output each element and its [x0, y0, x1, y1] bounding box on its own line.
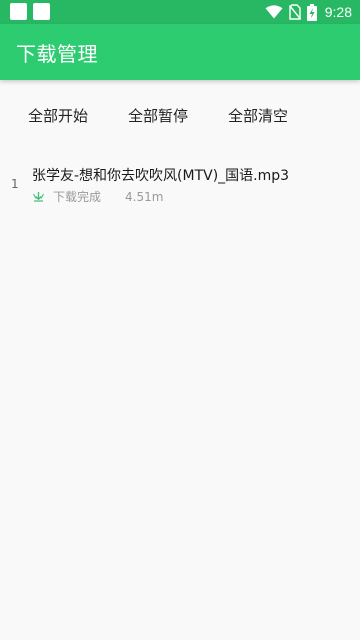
page-title: 下载管理	[16, 42, 98, 66]
pause-all-button[interactable]: 全部暂停	[124, 96, 192, 136]
item-status: 下载完成	[53, 190, 102, 204]
notification-square-icon	[10, 3, 27, 20]
battery-charging-icon	[301, 3, 317, 21]
notification-square-icon	[33, 3, 50, 20]
app-bar: 下载管理	[0, 24, 360, 80]
status-bar-system-icons: 9:28	[259, 0, 352, 24]
download-list: 1 张学友-想和你去吹吹风(MTV)_国语.mp3 下载完成 4.51m	[0, 160, 360, 210]
download-item[interactable]: 1 张学友-想和你去吹吹风(MTV)_国语.mp3 下载完成 4.51m	[0, 160, 360, 210]
status-time: 9:28	[324, 4, 352, 20]
status-bar-notifications	[10, 3, 56, 20]
item-index: 1	[11, 177, 19, 191]
action-toolbar: 全部开始 全部暂停 全部清空	[0, 96, 360, 136]
status-bar: 9:28	[0, 0, 360, 24]
item-size: 4.51m	[125, 189, 164, 204]
wifi-icon	[259, 5, 283, 19]
download-complete-icon	[32, 191, 53, 202]
clear-all-button[interactable]: 全部清空	[224, 96, 292, 136]
no-sim-icon	[283, 4, 301, 20]
item-title: 张学友-想和你去吹吹风(MTV)_国语.mp3	[32, 168, 290, 184]
item-meta: 下载完成 4.51m	[32, 188, 163, 205]
start-all-button[interactable]: 全部开始	[24, 96, 92, 136]
